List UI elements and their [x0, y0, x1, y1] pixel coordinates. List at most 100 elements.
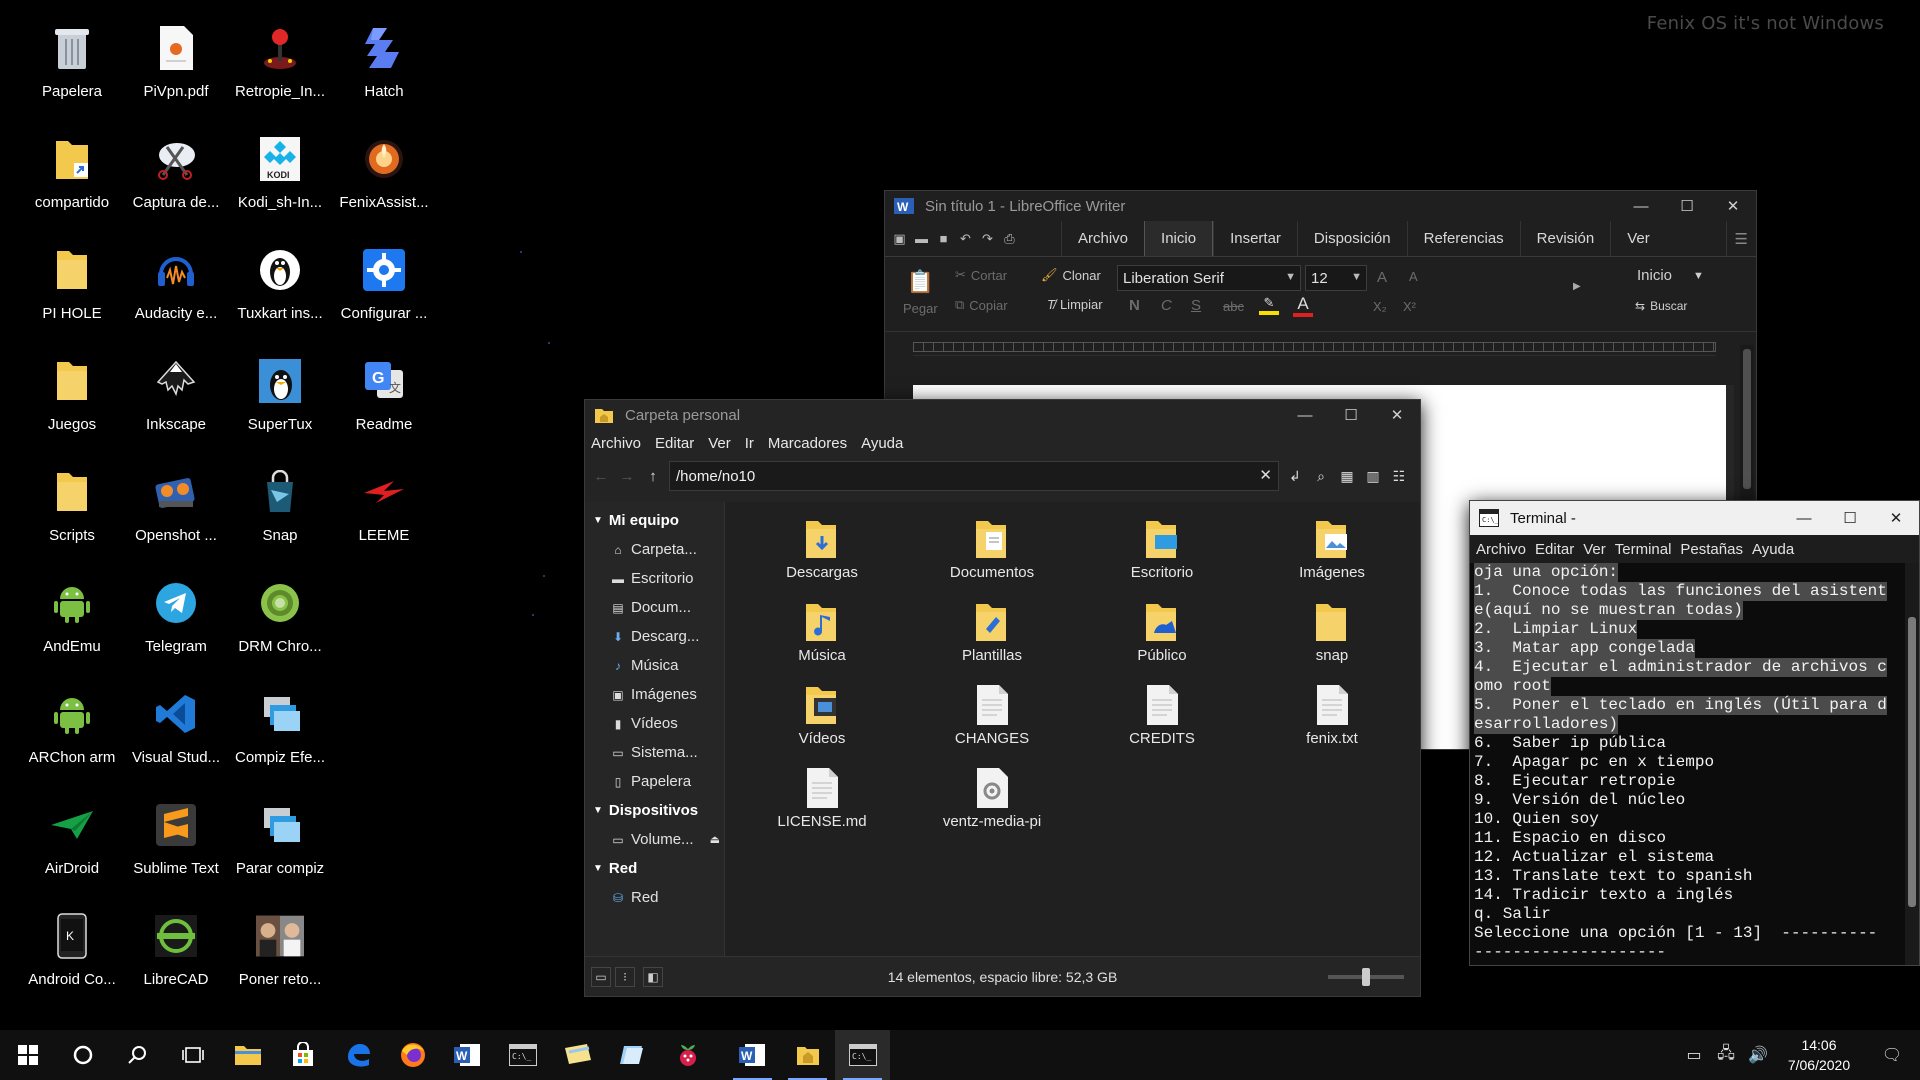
- minimize-button[interactable]: —: [1781, 501, 1827, 535]
- sidebar-section-header[interactable]: ▼ Red: [585, 854, 724, 883]
- search-button[interactable]: [110, 1030, 165, 1080]
- close-button[interactable]: ✕: [1374, 400, 1420, 430]
- file-item[interactable]: CHANGES: [907, 682, 1077, 765]
- tab-ver[interactable]: Ver: [1610, 221, 1666, 256]
- sidebar-item[interactable]: ⬇ Descarg...: [585, 622, 724, 651]
- desktop-icon[interactable]: DRM Chro...: [228, 573, 332, 684]
- file-item[interactable]: Plantillas: [907, 599, 1077, 682]
- start-button[interactable]: [0, 1030, 55, 1080]
- taskbar-writer-running[interactable]: W: [725, 1030, 780, 1080]
- notifications-icon[interactable]: 🗨: [1864, 1030, 1920, 1080]
- desktop-icon[interactable]: K Android Co...: [20, 906, 124, 1017]
- highlight-color-button[interactable]: ✎: [1259, 295, 1279, 315]
- sidebar-item[interactable]: ⌂ Carpeta...: [585, 535, 724, 564]
- file-item[interactable]: Público: [1077, 599, 1247, 682]
- toggle-location-icon[interactable]: ↲: [1285, 466, 1305, 486]
- menu-editar[interactable]: Editar: [1535, 541, 1574, 558]
- desktop-icon[interactable]: G 文 Readme: [332, 351, 436, 462]
- back-icon[interactable]: ←: [591, 466, 611, 486]
- network-icon[interactable]: 🖧: [1710, 1030, 1742, 1080]
- expand-arrow-icon[interactable]: ▼: [593, 805, 603, 816]
- print-icon[interactable]: ⎙: [1001, 231, 1018, 247]
- task-view-button[interactable]: [165, 1030, 220, 1080]
- sidebar-section-header[interactable]: ▼ Dispositivos: [585, 796, 724, 825]
- terminal-titlebar[interactable]: C:\_ Terminal - — ☐ ✕: [1470, 501, 1919, 535]
- menu-ver[interactable]: Ver: [1583, 541, 1606, 558]
- file-item[interactable]: Vídeos: [737, 682, 907, 765]
- sidebar-section-header[interactable]: ▼ Mi equipo: [585, 506, 724, 535]
- file-item[interactable]: Escritorio: [1077, 516, 1247, 599]
- tab-referencias[interactable]: Referencias: [1406, 221, 1520, 256]
- strikethrough-button[interactable]: abc: [1223, 299, 1244, 314]
- file-item[interactable]: Imágenes: [1247, 516, 1417, 599]
- sidebar-item[interactable]: ▣ Imágenes: [585, 680, 724, 709]
- taskbar-cmd[interactable]: C:\_: [495, 1030, 550, 1080]
- desktop-icon[interactable]: Poner reto...: [228, 906, 332, 1017]
- file-item[interactable]: Música: [737, 599, 907, 682]
- menu-marcadores[interactable]: Marcadores: [768, 435, 847, 452]
- desktop-icon[interactable]: Sublime Text: [124, 795, 228, 906]
- underline-button[interactable]: S: [1191, 297, 1201, 314]
- menu-editar[interactable]: Editar: [655, 435, 694, 452]
- files-titlebar[interactable]: Carpeta personal — ☐ ✕: [585, 400, 1420, 430]
- desktop-icon[interactable]: Papelera: [20, 18, 124, 129]
- bold-button[interactable]: N: [1129, 297, 1140, 314]
- shrink-font-button[interactable]: A: [1409, 269, 1418, 284]
- italic-button[interactable]: C: [1161, 297, 1172, 314]
- new-document-icon[interactable]: ▣: [891, 231, 908, 247]
- save-icon[interactable]: ■: [935, 231, 952, 247]
- file-item[interactable]: ventz-media-pi: [907, 765, 1077, 848]
- cut-button[interactable]: ✂ Cortar: [955, 267, 1007, 283]
- desktop-icon[interactable]: Retropie_In...: [228, 18, 332, 129]
- desktop-icon[interactable]: Visual Stud...: [124, 684, 228, 795]
- menu-ayuda[interactable]: Ayuda: [861, 435, 903, 452]
- desktop-icon[interactable]: FenixAssist...: [332, 129, 436, 240]
- desktop-icon[interactable]: Compiz Efe...: [228, 684, 332, 795]
- compact-view-icon[interactable]: ▥: [1363, 466, 1383, 486]
- taskbar-raspberry[interactable]: [660, 1030, 715, 1080]
- desktop-icon[interactable]: Scripts: [20, 462, 124, 573]
- tab-inicio[interactable]: Inicio: [1144, 221, 1214, 256]
- expand-arrow-icon[interactable]: ▼: [593, 863, 603, 874]
- find-button[interactable]: ⇆ Buscar: [1635, 299, 1687, 313]
- desktop-icon[interactable]: Hatch: [332, 18, 436, 129]
- sidebar-item[interactable]: ▯ Papelera: [585, 767, 724, 796]
- file-item[interactable]: Documentos: [907, 516, 1077, 599]
- taskbar-word[interactable]: W: [440, 1030, 495, 1080]
- sidebar-item[interactable]: ▭ Volume... ⏏: [585, 825, 724, 854]
- clear-path-icon[interactable]: ✕: [1259, 466, 1272, 484]
- taskbar-edge[interactable]: [330, 1030, 385, 1080]
- menu-ir[interactable]: Ir: [745, 435, 754, 452]
- zoom-slider[interactable]: [1328, 968, 1404, 986]
- sidebar-item[interactable]: ▬ Escritorio: [585, 564, 724, 593]
- desktop-icon[interactable]: AirDroid: [20, 795, 124, 906]
- file-item[interactable]: LICENSE.md: [737, 765, 907, 848]
- font-name-combo[interactable]: Liberation Serif ▼: [1117, 265, 1301, 291]
- file-item[interactable]: snap: [1247, 599, 1417, 682]
- ribbon-expand-icon[interactable]: ▶: [1573, 281, 1581, 292]
- open-folder-icon[interactable]: ▬: [913, 231, 930, 247]
- volume-icon[interactable]: 🔊: [1742, 1030, 1774, 1080]
- font-size-combo[interactable]: 12 ▼: [1305, 265, 1367, 291]
- desktop-icon[interactable]: PI HOLE: [20, 240, 124, 351]
- desktop-icon[interactable]: ARChon arm: [20, 684, 124, 795]
- desktop-icon[interactable]: Inkscape: [124, 351, 228, 462]
- horizontal-ruler[interactable]: [913, 338, 1716, 356]
- minimize-button[interactable]: —: [1618, 191, 1664, 221]
- desktop-icon[interactable]: SuperTux: [228, 351, 332, 462]
- paste-button[interactable]: 📋 Pegar: [903, 269, 938, 316]
- maximize-button[interactable]: ☐: [1827, 501, 1873, 535]
- undo-icon[interactable]: ↶: [957, 231, 974, 247]
- minimize-button[interactable]: —: [1282, 400, 1328, 430]
- taskbar-firefox[interactable]: [385, 1030, 440, 1080]
- sidebar-item[interactable]: ♪ Música: [585, 651, 724, 680]
- menu-terminal[interactable]: Terminal: [1615, 541, 1672, 558]
- file-item[interactable]: fenix.txt: [1247, 682, 1417, 765]
- taskbar-file-explorer[interactable]: [220, 1030, 275, 1080]
- taskbar-terminal-running[interactable]: C:\_: [835, 1030, 890, 1080]
- desktop-icon[interactable]: LibreCAD: [124, 906, 228, 1017]
- file-item[interactable]: CREDITS: [1077, 682, 1247, 765]
- tab-disposicion[interactable]: Disposición: [1296, 221, 1407, 256]
- taskbar-files-running[interactable]: [780, 1030, 835, 1080]
- desktop-icon[interactable]: Audacity e...: [124, 240, 228, 351]
